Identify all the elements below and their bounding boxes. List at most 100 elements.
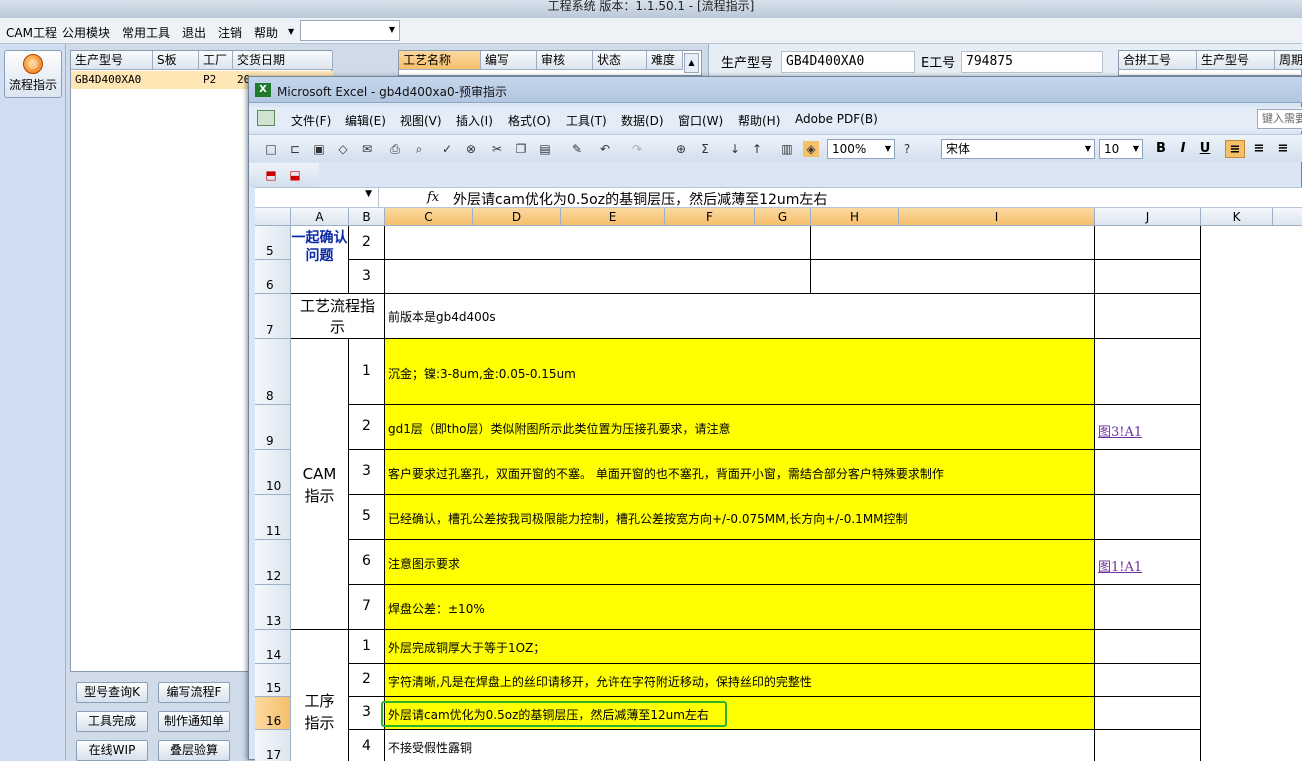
font-size-select[interactable]: 10 ▼ bbox=[1099, 139, 1143, 159]
section-confirm-issues[interactable]: 一起确认问题 bbox=[291, 226, 349, 294]
cell-c8[interactable]: 沉金；镍:3-8um,金:0.05-0.15um bbox=[385, 339, 1095, 405]
email-icon[interactable]: ✉ bbox=[359, 141, 375, 157]
permission-icon[interactable]: ◇ bbox=[335, 141, 351, 157]
row-header-12[interactable]: 12 bbox=[255, 540, 291, 585]
model-field[interactable]: GB4D400XA0 bbox=[781, 51, 915, 73]
bold-icon[interactable]: B bbox=[1151, 140, 1171, 158]
col-header-i[interactable]: I bbox=[899, 208, 1095, 226]
col-header-plant[interactable]: 工厂 bbox=[199, 51, 233, 70]
menu-tools[interactable]: 常用工具 bbox=[122, 24, 170, 41]
excel-window[interactable]: X Microsoft Excel - gb4d400xa0-预审指示 文件(F… bbox=[248, 76, 1302, 761]
excel-menu-tools[interactable]: 工具(T) bbox=[566, 112, 607, 129]
cell-c14[interactable]: 外层完成铜厚大于等于1OZ； bbox=[385, 630, 1095, 664]
cell-b15[interactable]: 2 bbox=[349, 664, 385, 697]
help-search-input[interactable]: 键入需要 bbox=[1257, 109, 1302, 129]
cell-b8[interactable]: 1 bbox=[349, 339, 385, 405]
name-box[interactable]: ▼ bbox=[255, 188, 379, 207]
menu-exit[interactable]: 退出 bbox=[182, 24, 206, 41]
row-header-6[interactable]: 6 bbox=[255, 260, 291, 294]
cell-j16[interactable] bbox=[1095, 697, 1201, 730]
spelling-icon[interactable]: ✓ bbox=[439, 141, 455, 157]
col-header-merge-model[interactable]: 生产型号 bbox=[1197, 51, 1275, 70]
worksheet[interactable]: A B C D E F G H I J K 5 6 7 8 9 10 11 12… bbox=[255, 208, 1302, 761]
format-painter-icon[interactable]: ✎ bbox=[569, 141, 585, 157]
scroll-up-icon[interactable]: ▲ bbox=[684, 53, 699, 73]
cell-c9[interactable]: gd1层（即tho层）类似附图所示此类位置为压接孔要求，请注意 bbox=[385, 405, 1095, 450]
cell-c7[interactable]: 前版本是gb4d400s bbox=[385, 294, 1095, 339]
col-header-s-board[interactable]: S板 bbox=[153, 51, 199, 70]
row-header-14[interactable]: 14 bbox=[255, 630, 291, 664]
excel-menu-format[interactable]: 格式(O) bbox=[508, 112, 551, 129]
section-cam[interactable]: CAM指示 bbox=[291, 339, 349, 630]
hyperlink-icon[interactable]: ⊕ bbox=[673, 141, 689, 157]
eno-field[interactable]: 794875 bbox=[961, 51, 1103, 73]
stackup-check-button[interactable]: 叠层验算 bbox=[158, 740, 230, 761]
print-preview-icon[interactable]: ⌕ bbox=[411, 141, 427, 157]
cell-c13[interactable]: 焊盘公差：±10% bbox=[385, 585, 1095, 630]
cell-c11[interactable]: 已经确认，槽孔公差按我司极限能力控制，槽孔公差按宽方向+/-0.075MM,长方… bbox=[385, 495, 1095, 540]
row-header-7[interactable]: 7 bbox=[255, 294, 291, 339]
col-header-k[interactable]: K bbox=[1201, 208, 1273, 226]
cell-j15[interactable] bbox=[1095, 664, 1201, 697]
cell-h6[interactable] bbox=[811, 260, 1095, 294]
cell-b9[interactable]: 2 bbox=[349, 405, 385, 450]
col-header-d[interactable]: D bbox=[473, 208, 561, 226]
sort-ascending-icon[interactable]: ↓ bbox=[727, 141, 743, 157]
cell-c6[interactable] bbox=[385, 260, 811, 294]
menu-help[interactable]: 帮助 bbox=[254, 24, 278, 41]
pdf-icon[interactable]: ⬒ bbox=[263, 167, 279, 183]
cell-b11[interactable]: 5 bbox=[349, 495, 385, 540]
new-icon[interactable]: □ bbox=[263, 141, 279, 157]
save-icon[interactable]: ▣ bbox=[311, 141, 327, 157]
process-grid[interactable]: 工艺名称 编写 审核 状态 难度 ▲ bbox=[398, 50, 702, 76]
cell-b10[interactable]: 3 bbox=[349, 450, 385, 495]
hyperlink-fig1[interactable]: 图1!A1 bbox=[1098, 556, 1142, 575]
cell-h5[interactable] bbox=[811, 226, 1095, 260]
cell-j12[interactable]: 图1!A1 bbox=[1095, 540, 1201, 585]
col-header-merge-no[interactable]: 合拼工号 bbox=[1119, 51, 1197, 70]
cell-j5[interactable] bbox=[1095, 226, 1201, 260]
cell-j14[interactable] bbox=[1095, 630, 1201, 664]
tool-complete-button[interactable]: 工具完成 bbox=[76, 711, 148, 732]
col-header-b[interactable]: B bbox=[349, 208, 385, 226]
cell-j10[interactable] bbox=[1095, 450, 1201, 495]
pdf-mail-icon[interactable]: ⬓ bbox=[287, 167, 303, 183]
cell-j7[interactable] bbox=[1095, 294, 1201, 339]
row-header-17[interactable]: 17 bbox=[255, 730, 291, 761]
sort-descending-icon[interactable]: ↑ bbox=[749, 141, 765, 157]
excel-menu-file[interactable]: 文件(F) bbox=[291, 112, 331, 129]
row-header-16[interactable]: 16 bbox=[255, 697, 291, 730]
cell-j11[interactable] bbox=[1095, 495, 1201, 540]
fx-icon[interactable]: fx bbox=[427, 190, 439, 205]
col-header-difficulty[interactable]: 难度 bbox=[647, 51, 683, 70]
col-header-status[interactable]: 状态 bbox=[593, 51, 647, 70]
col-header-delivery-date[interactable]: 交货日期 bbox=[233, 51, 333, 70]
align-center-icon[interactable]: ≡ bbox=[1249, 140, 1269, 158]
col-header-model[interactable]: 生产型号 bbox=[71, 51, 153, 70]
section-operation[interactable]: 工序指示 bbox=[291, 630, 349, 761]
redo-icon[interactable]: ↷ bbox=[629, 141, 645, 157]
model-query-button[interactable]: 型号查询K bbox=[76, 682, 148, 703]
chart-wizard-icon[interactable]: ▥ bbox=[779, 141, 795, 157]
open-icon[interactable]: ⊏ bbox=[287, 141, 303, 157]
row-header-8[interactable]: 8 bbox=[255, 339, 291, 405]
align-right-icon[interactable]: ≡ bbox=[1273, 140, 1293, 158]
col-header-g[interactable]: G bbox=[755, 208, 811, 226]
cell-c10[interactable]: 客户要求过孔塞孔，双面开窗的不塞。 单面开窗的也不塞孔，背面开小窗，需结合部分客… bbox=[385, 450, 1095, 495]
cell-j17[interactable] bbox=[1095, 730, 1201, 761]
section-process-flow[interactable]: 工艺流程指示 bbox=[291, 294, 385, 339]
col-header-a[interactable]: A bbox=[291, 208, 349, 226]
cell-b13[interactable]: 7 bbox=[349, 585, 385, 630]
online-wip-button[interactable]: 在线WIP bbox=[76, 740, 148, 761]
cell-c5[interactable] bbox=[385, 226, 811, 260]
col-header-cycle[interactable]: 周期 bbox=[1275, 51, 1302, 70]
cell-c17[interactable]: 不接受假性露铜 bbox=[385, 730, 1095, 761]
cell-b17[interactable]: 4 bbox=[349, 730, 385, 761]
help-icon[interactable]: ? bbox=[899, 141, 915, 157]
col-header-l[interactable] bbox=[1273, 208, 1302, 226]
row-header-11[interactable]: 11 bbox=[255, 495, 291, 540]
cut-icon[interactable]: ✂ bbox=[489, 141, 505, 157]
copy-icon[interactable]: ❐ bbox=[513, 141, 529, 157]
excel-menu-help[interactable]: 帮助(H) bbox=[738, 112, 780, 129]
workbook-icon[interactable] bbox=[257, 110, 275, 126]
